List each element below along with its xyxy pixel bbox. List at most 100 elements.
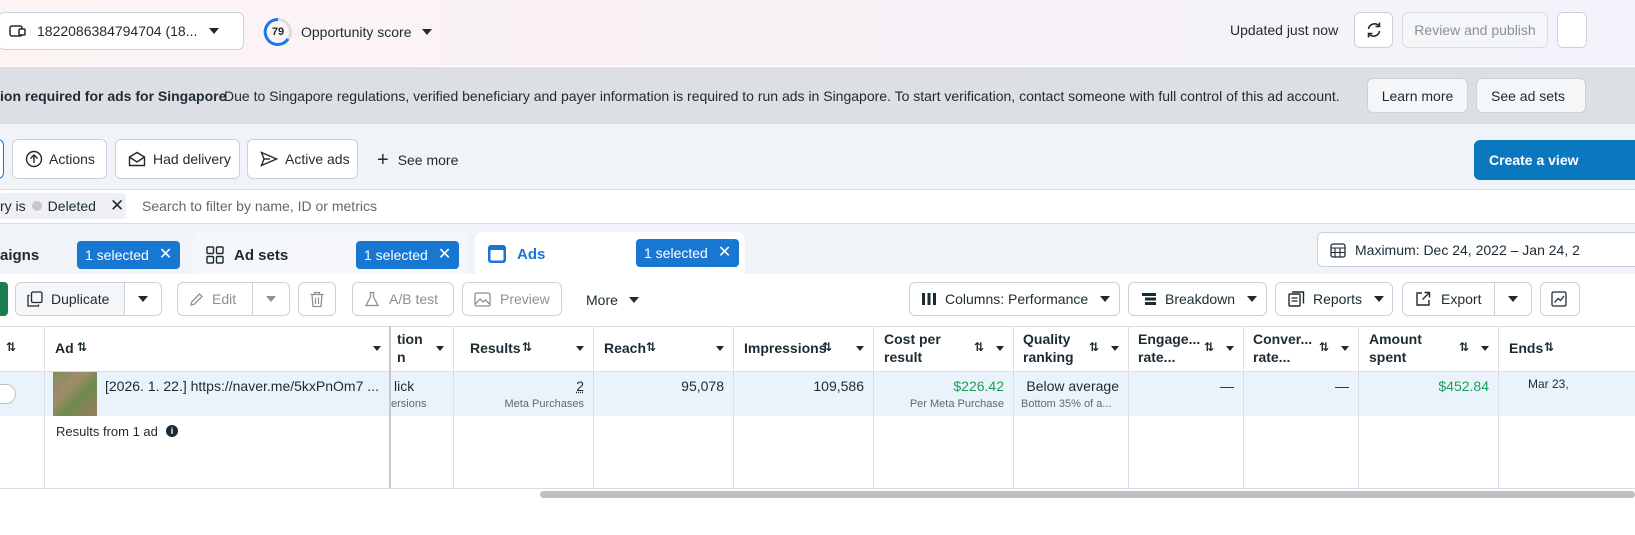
updated-status: Updated just now — [1230, 22, 1339, 38]
learn-more-button[interactable]: Learn more — [1367, 78, 1468, 113]
export-dropdown-button[interactable] — [1494, 282, 1532, 316]
header-conver-line1: Conver... — [1253, 331, 1313, 347]
header-reach[interactable]: Reach ⇅ — [594, 326, 734, 372]
horizontal-scrollbar[interactable] — [540, 491, 1635, 498]
summary-quality-col — [1014, 416, 1129, 488]
chevron-down-icon — [209, 28, 220, 34]
chevron-down-icon — [138, 296, 148, 302]
preview-button[interactable]: Preview — [462, 282, 562, 316]
sort-icon[interactable]: ⇅ — [1319, 340, 1329, 354]
summary-ends-col — [1499, 416, 1635, 488]
had-delivery-filter-button[interactable]: Had delivery — [115, 139, 240, 179]
header-impressions[interactable]: Impressions ⇅ — [734, 326, 874, 372]
opportunity-score-button[interactable]: 79 Opportunity score — [263, 17, 432, 47]
overflow-button[interactable] — [1557, 12, 1587, 48]
edit-dropdown-button[interactable] — [252, 282, 290, 316]
chevron-down-icon[interactable] — [716, 346, 724, 351]
reports-button[interactable]: Reports — [1275, 282, 1393, 316]
date-range-picker[interactable]: Maximum: Dec 24, 2022 – Jan 24, 2 — [1317, 232, 1635, 267]
sort-icon[interactable]: ⇅ — [1089, 340, 1099, 354]
cost-value: $226.42 — [953, 378, 1004, 394]
delete-button[interactable] — [298, 282, 336, 316]
campaigns-selected-badge[interactable]: 1 selected ✕ — [77, 241, 181, 269]
header-conversion-rate[interactable]: Conver... rate... ⇅ — [1244, 326, 1359, 372]
edit-button[interactable]: Edit — [177, 282, 253, 316]
refresh-button[interactable] — [1354, 12, 1393, 48]
header-engagement-rate[interactable]: Engage... rate... ⇅ — [1129, 326, 1244, 372]
chart-icon — [1551, 291, 1567, 307]
close-icon[interactable]: ✕ — [438, 247, 451, 263]
chevron-down-icon[interactable] — [996, 346, 1004, 351]
create-view-button[interactable]: Create a view — [1474, 140, 1635, 180]
sort-icon[interactable]: ⇅ — [77, 340, 87, 354]
tab-ads[interactable]: Ads 1 selected ✕ — [475, 232, 745, 276]
breakdown-button[interactable]: Breakdown — [1128, 282, 1267, 316]
export-label: Export — [1441, 291, 1482, 307]
trash-icon — [309, 291, 325, 308]
chevron-down-icon[interactable] — [1481, 346, 1489, 351]
ad-icon — [487, 244, 507, 264]
envelope-icon — [128, 151, 146, 167]
summary-results-col — [454, 416, 594, 488]
active-ads-filter-button[interactable]: Active ads — [247, 139, 358, 179]
close-icon[interactable]: ✕ — [110, 196, 124, 216]
chevron-down-icon[interactable] — [1226, 346, 1234, 351]
header-quality-ranking[interactable]: Quality ranking ⇅ — [1014, 326, 1129, 372]
tab-campaigns[interactable]: aigns 1 selected ✕ — [0, 232, 187, 274]
more-button[interactable]: More — [586, 290, 639, 310]
chevron-down-icon[interactable] — [856, 346, 864, 351]
chevron-down-icon[interactable] — [1111, 346, 1119, 351]
sort-icon[interactable]: ⇅ — [974, 340, 984, 354]
header-ad[interactable]: Ad ⇅ — [45, 326, 391, 372]
duplicate-dropdown-button[interactable] — [124, 282, 162, 316]
close-icon[interactable]: ✕ — [159, 247, 172, 263]
review-publish-button[interactable]: Review and publish — [1402, 12, 1548, 48]
header-attribution[interactable]: tion n — [391, 326, 454, 372]
header-amount-spent[interactable]: Amount spent ⇅ — [1359, 326, 1499, 372]
chevron-down-icon[interactable] — [1341, 346, 1349, 351]
results-value[interactable]: 2 — [576, 378, 584, 394]
charts-button[interactable] — [1540, 282, 1580, 316]
account-selector[interactable]: 1822086384794704 (18... — [0, 12, 244, 50]
quality-sub: Bottom 35% of a... — [1021, 398, 1112, 410]
sort-icon[interactable]: ⇅ — [1204, 340, 1214, 354]
filter-chip-prefix: ry is — [0, 198, 26, 214]
actions-filter-button[interactable]: Actions — [12, 139, 107, 179]
create-button-edge[interactable] — [0, 282, 8, 316]
export-icon — [1415, 291, 1431, 307]
ab-test-button[interactable]: A/B test — [352, 282, 454, 316]
export-button[interactable]: Export — [1402, 282, 1495, 316]
sort-icon[interactable]: ⇅ — [6, 340, 16, 354]
row-toggle[interactable] — [0, 384, 16, 404]
adsets-selected-badge[interactable]: 1 selected ✕ — [356, 241, 460, 269]
quality-value: Below average — [1026, 378, 1119, 394]
duplicate-button[interactable]: Duplicate — [15, 282, 125, 316]
row-ad-cell[interactable]: [2026. 1. 22.] https://naver.me/5kxPnOm7… — [45, 372, 391, 416]
search-input[interactable]: Search to filter by name, ID or metrics — [134, 195, 734, 217]
sort-icon[interactable]: ⇅ — [1544, 340, 1554, 354]
sort-icon[interactable]: ⇅ — [522, 340, 532, 354]
header-cost-line1: Cost per — [884, 331, 941, 347]
close-icon[interactable]: ✕ — [718, 245, 731, 261]
columns-button[interactable]: Columns: Performance — [909, 282, 1120, 316]
sort-icon[interactable]: ⇅ — [822, 340, 832, 354]
ad-name[interactable]: [2026. 1. 22.] https://naver.me/5kxPnOm7… — [105, 378, 379, 394]
filter-chip[interactable]: ry is Deleted ✕ — [0, 193, 126, 219]
header-results[interactable]: Results ⇅ — [454, 326, 594, 372]
header-cost-per-result[interactable]: Cost per result ⇅ — [874, 326, 1014, 372]
row-impressions-cell: 109,586 — [734, 372, 874, 416]
ads-selected-badge[interactable]: 1 selected ✕ — [636, 239, 740, 267]
see-more-button[interactable]: + See more — [377, 150, 458, 170]
sort-icon[interactable]: ⇅ — [1459, 340, 1469, 354]
header-ends[interactable]: Ends ⇅ — [1499, 326, 1635, 372]
see-ad-sets-button[interactable]: See ad sets — [1476, 78, 1586, 113]
chevron-down-icon[interactable] — [373, 346, 381, 351]
info-icon[interactable]: i — [166, 425, 178, 437]
chevron-down-icon[interactable] — [436, 346, 444, 351]
banner-message: Due to Singapore regulations, verified b… — [224, 88, 1340, 104]
chevron-down-icon[interactable] — [576, 346, 584, 351]
tab-ad-sets[interactable]: Ad sets 1 selected ✕ — [193, 232, 468, 274]
account-icon — [9, 24, 27, 38]
filter-left-edge[interactable] — [0, 139, 4, 179]
sort-icon[interactable]: ⇅ — [646, 340, 656, 354]
